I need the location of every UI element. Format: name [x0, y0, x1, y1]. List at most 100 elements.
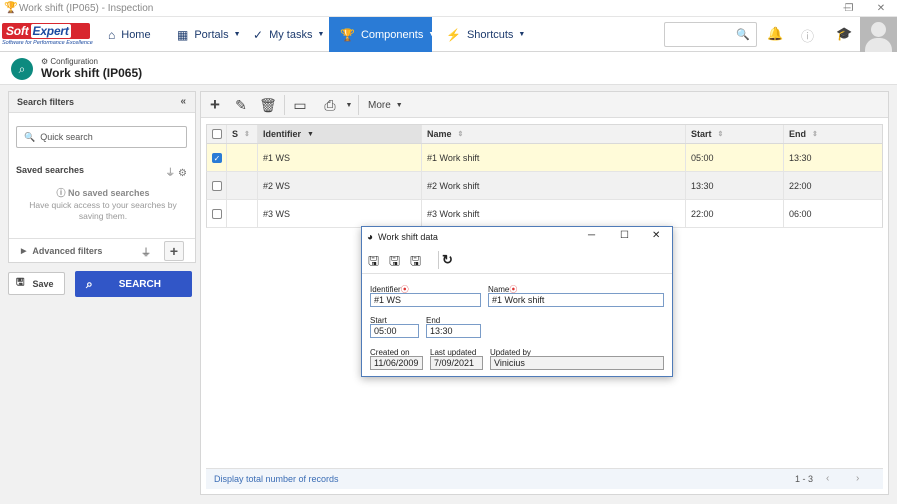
nav-home-label: Home: [121, 28, 151, 41]
caret-right-icon: ▶: [21, 248, 27, 255]
collapse-icon[interactable]: «: [180, 96, 186, 107]
row-select-cell[interactable]: [207, 172, 227, 199]
quick-search-input[interactable]: 🔍 Quick search: [16, 126, 187, 148]
logo-text-right: Expert: [30, 24, 71, 38]
name-cell: #3 Work shift: [422, 200, 686, 227]
dialog-close-button[interactable]: ✕: [652, 230, 660, 241]
dialog-maximize-button[interactable]: ☐: [620, 230, 629, 241]
nav-home[interactable]: ⌂ Home: [100, 17, 170, 52]
globe-icon: ◕: [367, 231, 374, 243]
nav-my-tasks[interactable]: ✓ My tasks ▼: [245, 17, 329, 52]
no-saved-searches: ⓘ No saved searches: [9, 186, 197, 199]
sort-icon: ⇕: [457, 131, 464, 138]
saved-searches-label: Saved searches: [16, 165, 85, 175]
sort-desc-icon: ▼: [307, 130, 314, 138]
prev-page-icon[interactable]: ‹: [826, 473, 829, 484]
col-end-header[interactable]: End ⇕: [784, 125, 882, 143]
row-select-cell[interactable]: ✓: [207, 144, 227, 171]
dialog-minimize-button[interactable]: ─: [588, 230, 595, 241]
save-search-button[interactable]: 🖫 Save: [8, 272, 65, 295]
select-all-cell[interactable]: [207, 125, 227, 143]
global-search-input[interactable]: 🔍: [664, 22, 757, 47]
more-menu-button[interactable]: More ▼: [368, 92, 403, 118]
softexpert-logo: Soft Expert Software for Performance Exce…: [2, 23, 93, 47]
avatar[interactable]: [860, 17, 897, 52]
breadcrumb: ⚙ Configuration: [41, 57, 98, 66]
col-identifier-header[interactable]: Identifier ▼: [258, 125, 422, 143]
lightning-icon: ⚡: [446, 27, 461, 42]
col-s-header[interactable]: S ⇕: [227, 125, 258, 143]
next-page-icon[interactable]: ›: [856, 473, 859, 484]
print-icon[interactable]: ⎙: [319, 92, 341, 118]
refresh-icon[interactable]: ↻: [442, 252, 453, 268]
row-checkbox[interactable]: [212, 208, 222, 219]
restore-button[interactable]: ❐: [834, 0, 864, 17]
save-new-icon[interactable]: 🖫: [368, 252, 379, 274]
table-row[interactable]: ✓ #1 WS #1 Work shift 05:00 13:30: [206, 144, 883, 172]
nav-shortcuts-label: Shortcuts: [466, 28, 514, 41]
chevron-down-icon: ▼: [428, 31, 436, 38]
col-start-header[interactable]: Start ⇕: [686, 125, 784, 143]
grid-icon: ▦: [177, 27, 189, 42]
top-navbar: Soft Expert Software for Performance Exce…: [0, 17, 897, 52]
records-toolbar: + ✎ 🗑 ▭ ⎙ ▼ More ▼: [201, 92, 888, 118]
display-total-records-link[interactable]: Display total number of records: [214, 474, 339, 484]
nav-shortcuts[interactable]: ⚡ Shortcuts ▼: [440, 17, 525, 52]
start-field[interactable]: 05:00: [370, 324, 419, 338]
toolbar-separator: [284, 95, 285, 115]
quick-search-placeholder: Quick search: [40, 132, 93, 142]
nav-components-label: Components: [360, 28, 424, 41]
col-name-header[interactable]: Name ⇕: [422, 125, 686, 143]
add-filter-button[interactable]: +: [164, 241, 184, 261]
info-icon: ⓘ: [56, 188, 66, 198]
add-icon[interactable]: +: [205, 92, 225, 118]
nav-portals-label: Portals: [194, 28, 229, 41]
status-cell: [227, 200, 258, 227]
print-dropdown-icon[interactable]: ▼: [344, 92, 354, 118]
edit-pencil-icon[interactable]: ✎: [231, 92, 251, 118]
created-on-field: 11/06/2009: [370, 356, 423, 370]
filters-title: Search filters: [17, 97, 75, 107]
sort-icon: ⇕: [244, 131, 250, 138]
search-icon: 🔍: [736, 29, 750, 41]
save-icon[interactable]: 🖫: [389, 252, 400, 274]
search-icon: 🔍: [24, 131, 36, 142]
window-title: Work shift (IP065) - Inspection: [19, 2, 154, 14]
row-select-cell[interactable]: [207, 200, 227, 227]
search-settings-icon: ⌕: [11, 58, 33, 80]
bell-icon[interactable]: 🔔: [767, 26, 783, 42]
advanced-filters-toggle[interactable]: ▶ Advanced filters ⏚ +: [9, 238, 195, 263]
updated-by-field: Vinicius: [490, 356, 664, 370]
select-all-checkbox[interactable]: [212, 129, 222, 139]
page-header: ⌕ ⚙ Configuration Work shift (IP065): [0, 52, 897, 85]
nav-portals[interactable]: ▦ Portals ▼: [172, 17, 244, 52]
eraser-icon[interactable]: ⏚: [165, 168, 175, 179]
search-button[interactable]: ⌕ SEARCH: [75, 271, 192, 297]
table-row[interactable]: #2 WS #2 Work shift 13:30 22:00: [206, 172, 883, 200]
logo-tagline: Software for Performance Excellence: [2, 40, 93, 46]
table-row[interactable]: #3 WS #3 Work shift 22:00 06:00: [206, 200, 883, 228]
trash-icon[interactable]: 🗑: [258, 92, 278, 118]
home-icon: ⌂: [108, 27, 116, 42]
view-record-icon[interactable]: ▭: [289, 92, 311, 118]
nav-components[interactable]: 🏆 Components ▼: [329, 17, 436, 52]
identifier-cell: #3 WS: [258, 200, 422, 227]
col-start-label: Start: [691, 129, 712, 139]
graduation-cap-icon[interactable]: 🎓: [836, 26, 852, 42]
end-field[interactable]: 13:30: [426, 324, 481, 338]
row-checkbox[interactable]: [212, 180, 222, 191]
save-close-icon[interactable]: 🖫: [410, 252, 421, 274]
eraser-icon[interactable]: ⏚: [141, 244, 151, 259]
dialog-toolbar: 🖫 🖫 🖫 ↻: [362, 247, 672, 274]
gear-icon[interactable]: ⚙: [178, 168, 187, 179]
chevron-down-icon: ▼: [233, 31, 241, 38]
breadcrumb-label: Configuration: [50, 57, 98, 66]
name-field[interactable]: #1 Work shift: [488, 293, 664, 307]
col-end-label: End: [789, 129, 806, 139]
chevron-down-icon: ▼: [518, 31, 526, 38]
identifier-field[interactable]: #1 WS: [370, 293, 481, 307]
close-window-button[interactable]: ✕: [866, 0, 896, 17]
help-icon[interactable]: ⓘ: [801, 26, 814, 45]
row-checkbox[interactable]: ✓: [212, 152, 222, 163]
grid-footer: Display total number of records 1 - 3 ‹ …: [206, 468, 883, 489]
